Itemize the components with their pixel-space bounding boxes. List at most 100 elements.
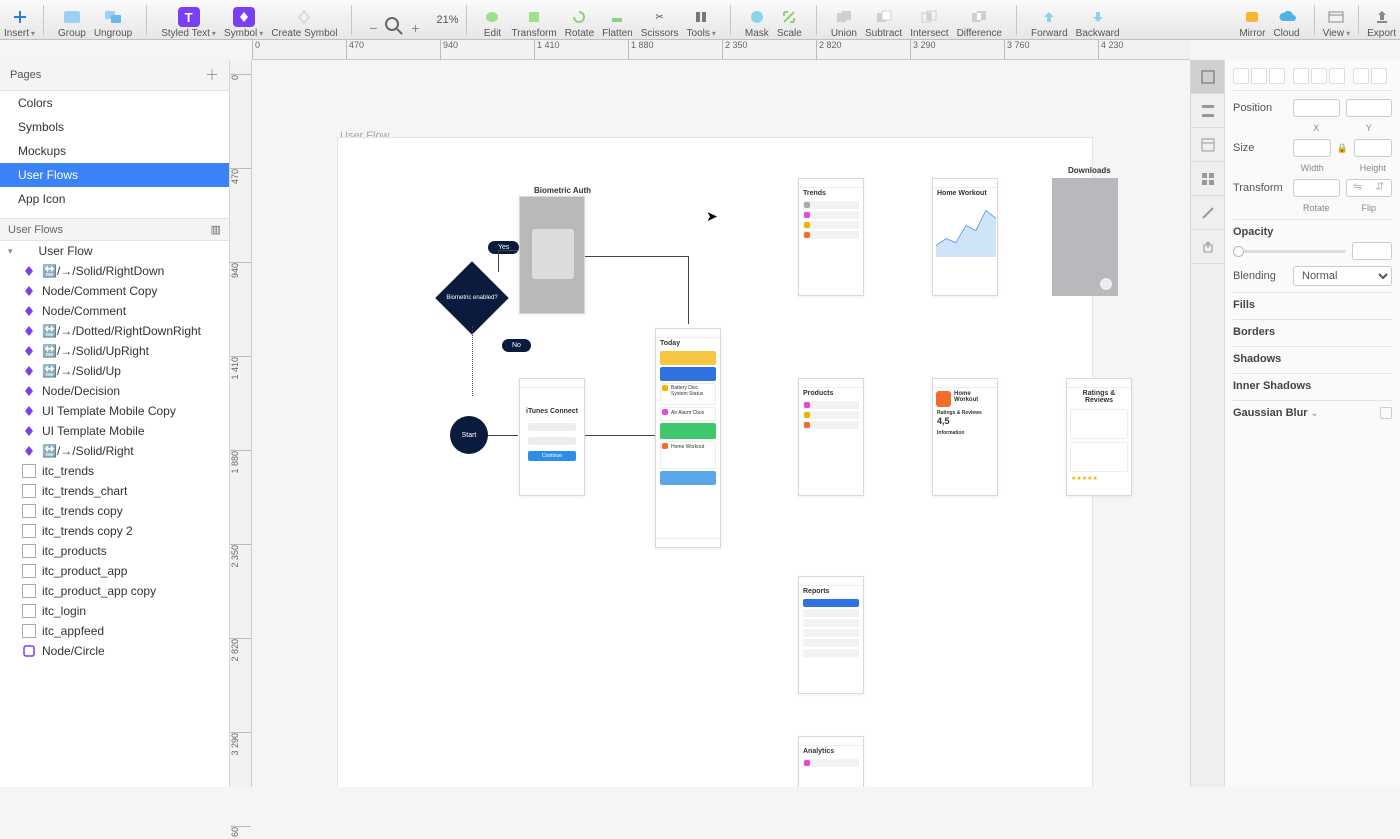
forward-button[interactable]: Forward [1031, 1, 1068, 39]
page-item[interactable]: Visuals [0, 211, 229, 219]
tools-button[interactable]: Tools [687, 1, 716, 39]
insert-button[interactable]: Insert [4, 1, 35, 39]
tab-export[interactable] [1191, 230, 1224, 264]
subtract-button[interactable]: Subtract [865, 1, 902, 39]
tab-layout[interactable] [1191, 128, 1224, 162]
mockup-trends[interactable]: Trends [798, 178, 864, 296]
layer-row[interactable]: 🔛/→/Solid/RightDown [0, 261, 229, 281]
flip-input[interactable]: ⇋⇵ [1346, 179, 1393, 197]
section-borders[interactable]: Borders [1233, 319, 1392, 342]
opacity-input[interactable] [1352, 242, 1392, 260]
rotate-input[interactable] [1293, 179, 1340, 197]
layer-row[interactable]: UI Template Mobile [0, 421, 229, 441]
tab-design[interactable] [1191, 60, 1224, 94]
zoom-percentage[interactable]: 21% [436, 1, 458, 39]
page-item[interactable]: Colors [0, 91, 229, 115]
layer-row[interactable]: itc_appfeed [0, 621, 229, 641]
cloud-button[interactable]: Cloud [1273, 1, 1299, 39]
align-left-icon[interactable] [1233, 68, 1249, 84]
artboard-user-flow[interactable]: Biometric Auth Biometric enabled? Yes No… [338, 138, 1092, 787]
layer-row[interactable]: Node/Comment Copy [0, 281, 229, 301]
mockup-ratings[interactable]: Ratings & Reviews ★★★★★ [1066, 378, 1132, 496]
mockup-homeworkout-chart[interactable]: Home Workout [932, 178, 998, 296]
canvas[interactable]: User Flow Biometric Auth Biometric enabl… [252, 60, 1190, 787]
view-button[interactable]: View [1323, 1, 1351, 39]
page-item[interactable]: App Icon [0, 187, 229, 211]
layer-row[interactable]: UI Template Mobile Copy [0, 401, 229, 421]
layer-row[interactable]: itc_product_app copy [0, 581, 229, 601]
align-bottom-icon[interactable] [1329, 68, 1345, 84]
mockup-downloads-map[interactable] [1052, 178, 1118, 296]
page-item[interactable]: Mockups [0, 139, 229, 163]
scale-button[interactable]: Scale [777, 1, 802, 39]
continue-button[interactable]: Continue [528, 451, 576, 461]
layer-row[interactable]: itc_trends copy [0, 501, 229, 521]
backward-button[interactable]: Backward [1076, 1, 1120, 39]
zoom-out-button[interactable]: − [366, 21, 380, 35]
size-w-input[interactable] [1293, 139, 1331, 157]
layer-row[interactable]: itc_login [0, 601, 229, 621]
section-fills[interactable]: Fills [1233, 292, 1392, 315]
transform-button[interactable]: Transform [511, 1, 556, 39]
layer-row[interactable]: itc_products [0, 541, 229, 561]
layer-row[interactable]: itc_product_app [0, 561, 229, 581]
add-page-icon[interactable]: ＋ [205, 65, 219, 85]
mockup-reports[interactable]: Reports [798, 576, 864, 694]
layer-row[interactable]: 🔛/→/Solid/Up [0, 361, 229, 381]
section-shadows[interactable]: Shadows [1233, 346, 1392, 369]
create-symbol-button[interactable]: Create Symbol [271, 1, 337, 39]
ungroup-button[interactable]: Ungroup [94, 1, 132, 39]
rotate-button[interactable]: Rotate [565, 1, 594, 39]
layer-row[interactable]: 🔛/→/Solid/Right [0, 441, 229, 461]
symbol-button[interactable]: Symbol [224, 1, 263, 39]
intersect-button[interactable]: Intersect [910, 1, 948, 39]
mockup-analytics[interactable]: Analytics [798, 736, 864, 787]
zoom-in-button[interactable]: + [408, 21, 422, 35]
tab-resize[interactable] [1191, 196, 1224, 230]
page-item[interactable]: Symbols [0, 115, 229, 139]
layer-row[interactable]: Node/Decision [0, 381, 229, 401]
mockup-biometric[interactable] [519, 196, 585, 314]
size-h-input[interactable] [1354, 139, 1392, 157]
node-start[interactable]: Start [450, 416, 488, 454]
distribute-v-icon[interactable] [1371, 68, 1387, 84]
mockup-products[interactable]: Products [798, 378, 864, 496]
position-x-input[interactable] [1293, 99, 1340, 117]
align-right-icon[interactable] [1269, 68, 1285, 84]
export-button[interactable]: Export [1367, 1, 1396, 39]
align-center-v-icon[interactable] [1311, 68, 1327, 84]
section-inner-shadows[interactable]: Inner Shadows [1233, 373, 1392, 396]
tab-align-top[interactable] [1191, 94, 1224, 128]
union-button[interactable]: Union [831, 1, 857, 39]
align-center-h-icon[interactable] [1251, 68, 1267, 84]
position-y-input[interactable] [1346, 99, 1393, 117]
layer-row[interactable]: itc_trends copy 2 [0, 521, 229, 541]
align-top-icon[interactable] [1293, 68, 1309, 84]
edit-button[interactable]: Edit [481, 1, 503, 39]
distribute-h-icon[interactable] [1353, 68, 1369, 84]
layer-row[interactable]: 🔛/→/Dotted/RightDownRight [0, 321, 229, 341]
tab-grid[interactable] [1191, 162, 1224, 196]
mirror-button[interactable]: Mirror [1239, 1, 1265, 39]
blending-select[interactable]: Normal [1293, 266, 1392, 286]
scissors-button[interactable]: ✂︎Scissors [641, 1, 679, 39]
mockup-today[interactable]: Today Battery Disc System Status Air Ala… [655, 328, 721, 548]
outline-filter-icon[interactable]: ▥ [211, 223, 221, 236]
lock-aspect-icon[interactable]: 🔒 [1337, 143, 1348, 154]
node-decision[interactable]: Biometric enabled? [435, 261, 509, 335]
page-item[interactable]: User Flows [0, 163, 229, 187]
mask-button[interactable]: Mask [745, 1, 769, 39]
layer-row[interactable]: Node/Comment [0, 301, 229, 321]
section-gaussian-blur[interactable]: Gaussian Blur ⌄ [1233, 400, 1392, 423]
styled-text-button[interactable]: TStyled Text [161, 1, 216, 39]
layer-row[interactable]: 🔛/→/Solid/UpRight [0, 341, 229, 361]
layer-row[interactable]: itc_trends_chart [0, 481, 229, 501]
layer-row[interactable]: Node/Circle [0, 641, 229, 661]
difference-button[interactable]: Difference [957, 1, 1002, 39]
layer-row[interactable]: ▾User Flow [0, 241, 229, 261]
group-button[interactable]: Group [58, 1, 86, 39]
mockup-itunes[interactable]: iTunes Connect Continue [519, 378, 585, 496]
mockup-homeworkout-detail[interactable]: Home Workout Ratings & Reviews 4,5 Infor… [932, 378, 998, 496]
opacity-slider[interactable] [1233, 250, 1346, 253]
layer-row[interactable]: itc_trends [0, 461, 229, 481]
